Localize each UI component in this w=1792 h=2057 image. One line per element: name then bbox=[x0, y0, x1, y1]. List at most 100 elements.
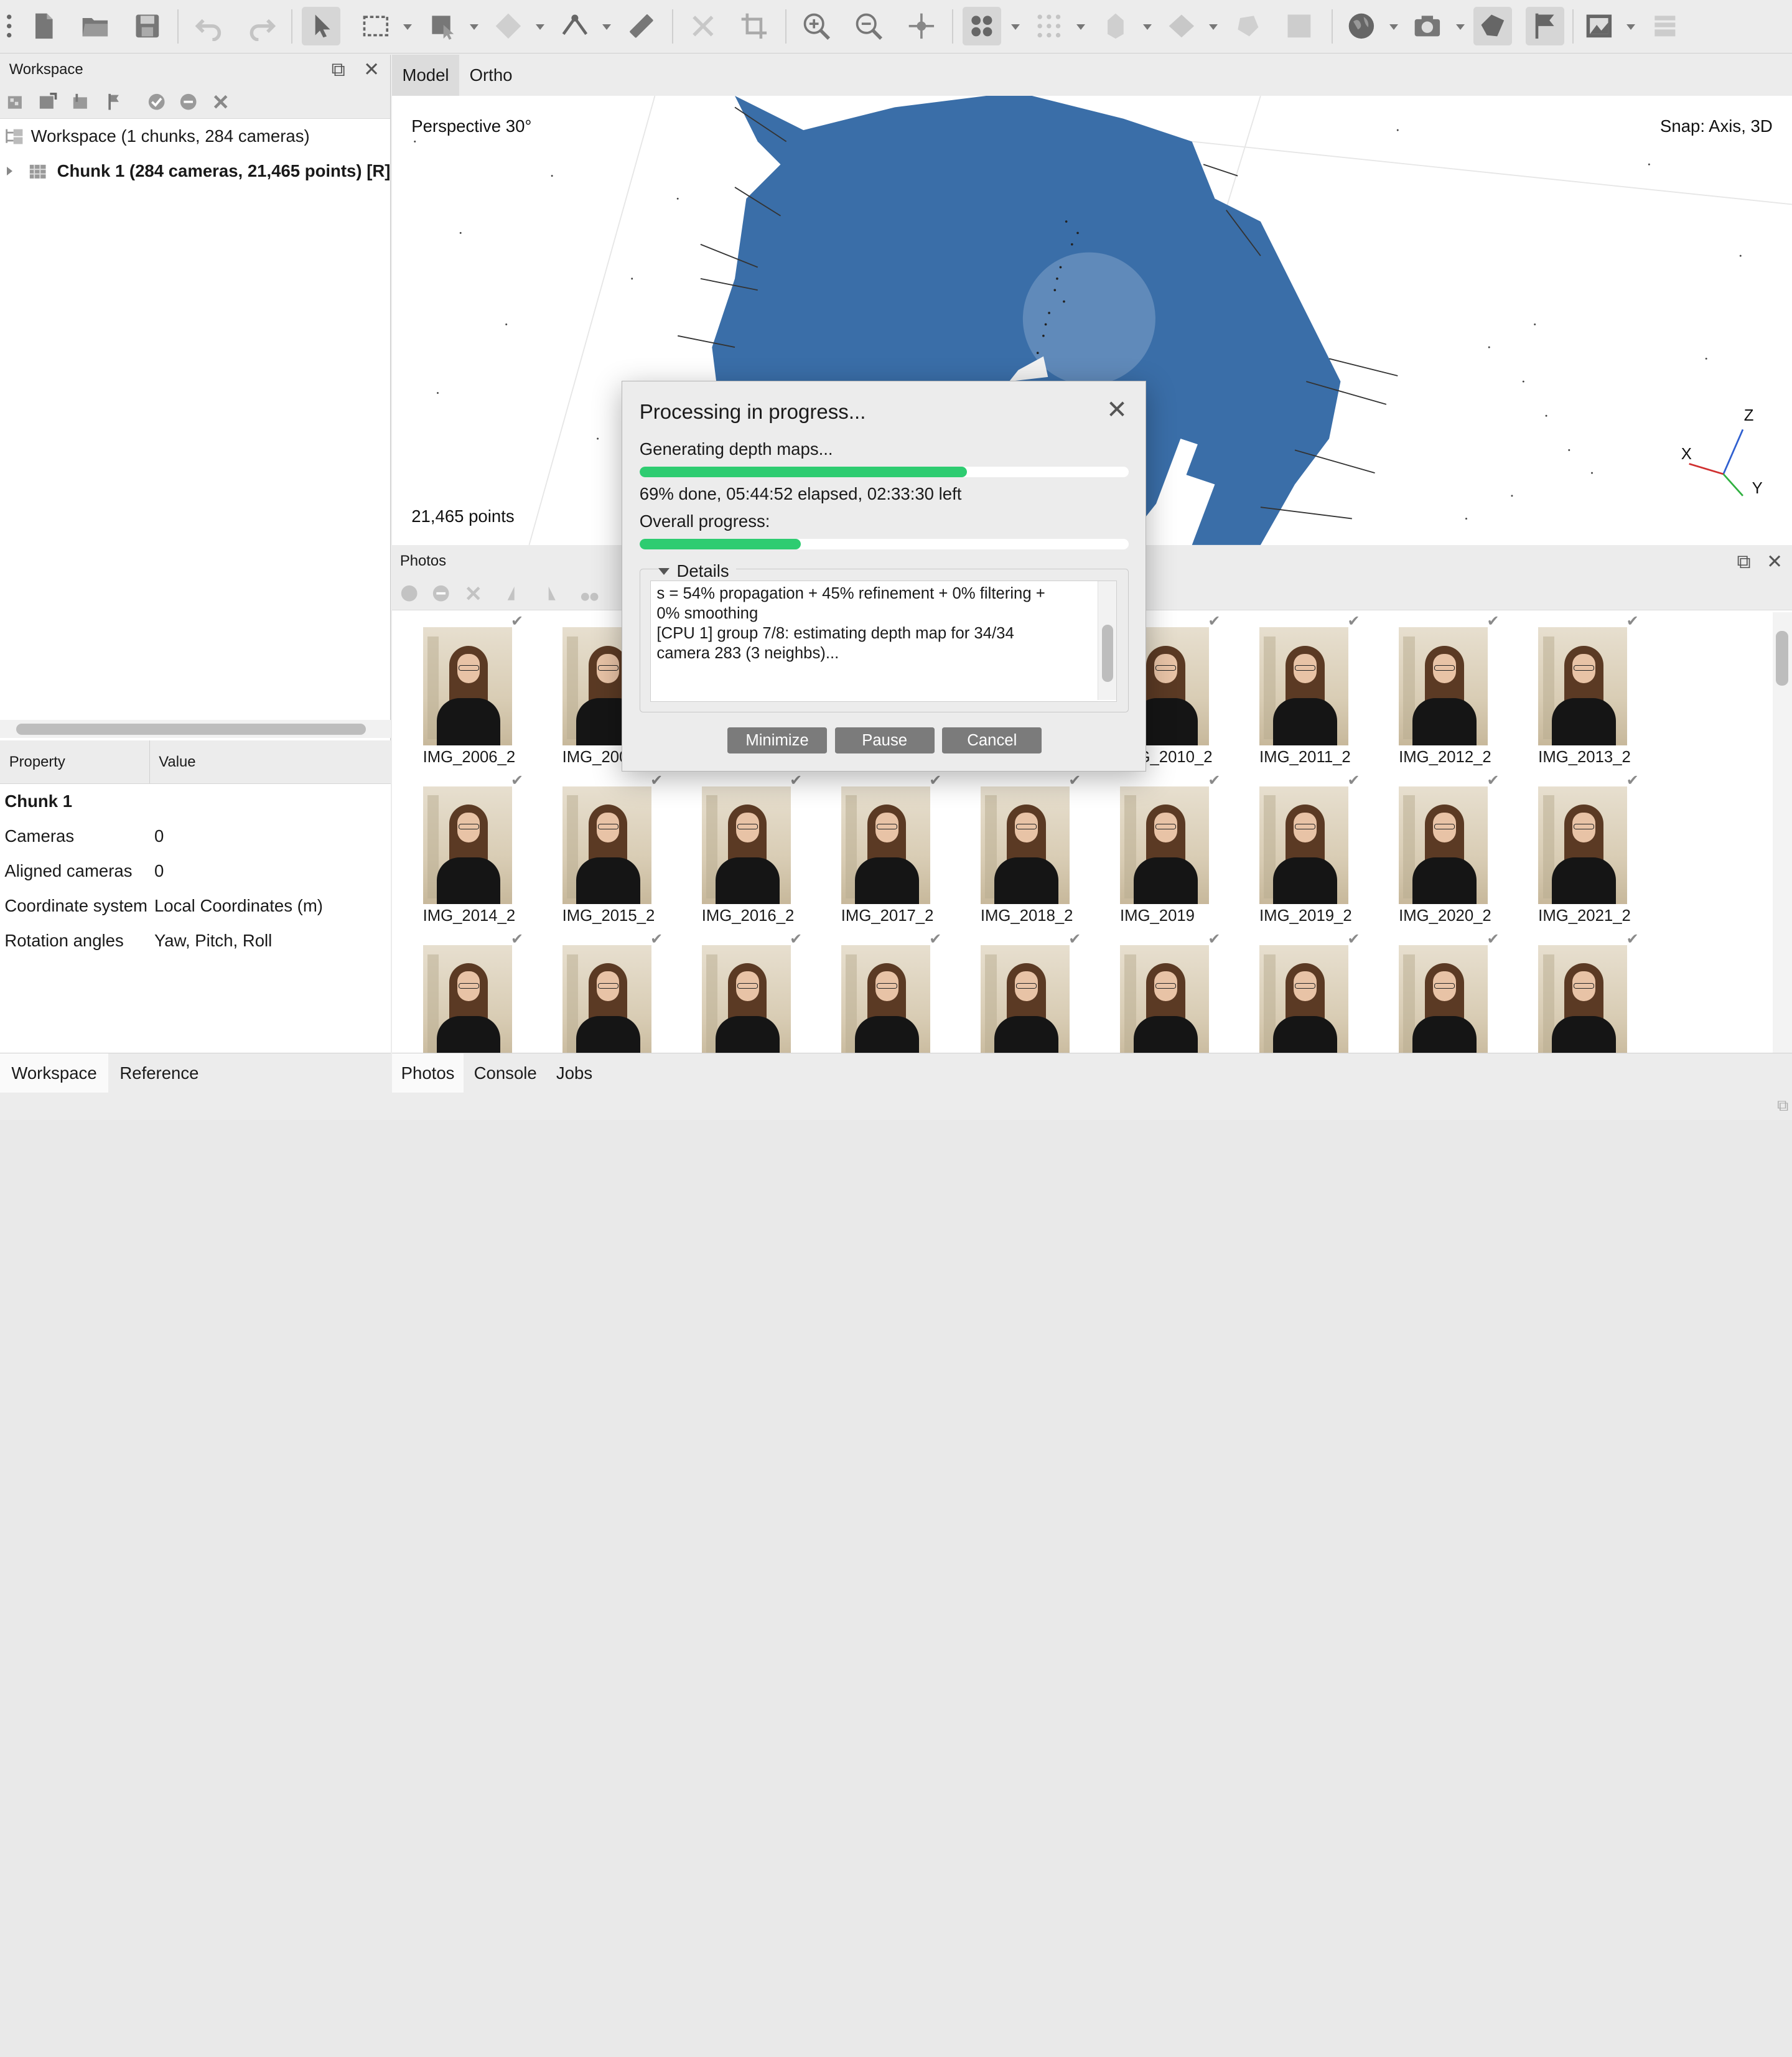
photo-image bbox=[422, 786, 512, 904]
add-folder-icon[interactable] bbox=[72, 93, 90, 111]
property-column-header[interactable]: Property bbox=[0, 740, 150, 783]
zoom-out-icon[interactable] bbox=[849, 7, 888, 45]
texture-icon[interactable] bbox=[1228, 7, 1267, 45]
tab-console[interactable]: Console bbox=[464, 1053, 547, 1093]
save-icon[interactable] bbox=[128, 7, 167, 45]
photo-thumbnail[interactable]: ✔ IMG_2014_2 bbox=[392, 772, 531, 931]
rotate-right-icon[interactable] bbox=[539, 584, 558, 602]
pause-button[interactable]: Pause bbox=[834, 727, 935, 754]
ruler-icon[interactable] bbox=[622, 7, 660, 45]
point-cloud-icon[interactable] bbox=[962, 7, 1001, 46]
dense-cloud-icon[interactable] bbox=[1030, 7, 1068, 45]
dem-icon[interactable] bbox=[1280, 7, 1318, 45]
cancel-button[interactable]: Cancel bbox=[942, 727, 1042, 754]
tab-jobs[interactable]: Jobs bbox=[547, 1053, 602, 1093]
redo-icon[interactable] bbox=[242, 7, 281, 45]
shapes-icon[interactable] bbox=[1473, 7, 1512, 46]
undo-icon[interactable] bbox=[190, 7, 228, 45]
remove-icon[interactable] bbox=[212, 93, 230, 111]
crop-icon[interactable] bbox=[735, 7, 773, 45]
new-document-icon[interactable] bbox=[24, 7, 63, 45]
chunk-item[interactable]: Chunk 1 (284 cameras, 21,465 points) [R] bbox=[0, 156, 391, 187]
rectangle-select-icon[interactable] bbox=[357, 7, 395, 45]
points-count-label: 21,465 points bbox=[411, 506, 515, 526]
photo-thumbnail[interactable]: ✔ IMG_2013_2 bbox=[1508, 612, 1647, 772]
photo-thumbnail[interactable]: ✔ IMG_2021_2 bbox=[1508, 772, 1647, 931]
enable-icon[interactable] bbox=[147, 93, 166, 111]
rotate-left-icon[interactable] bbox=[505, 584, 523, 602]
camera-icon[interactable] bbox=[1408, 7, 1447, 45]
resize-region-icon[interactable] bbox=[489, 7, 528, 45]
tab-model[interactable]: Model bbox=[391, 55, 460, 96]
photo-thumbnail[interactable]: ✔ bbox=[1089, 930, 1228, 1053]
value-column-header[interactable]: Value bbox=[150, 740, 195, 783]
tiled-model-icon[interactable] bbox=[1096, 7, 1134, 45]
minimize-button[interactable]: Minimize bbox=[727, 727, 827, 754]
photo-thumbnail[interactable]: ✔ IMG_2012_2 bbox=[1368, 612, 1508, 772]
add-photos-icon[interactable] bbox=[39, 92, 57, 111]
log-scrollbar[interactable] bbox=[1098, 581, 1116, 701]
photo-thumbnail[interactable]: ✔ bbox=[950, 930, 1089, 1053]
image-icon[interactable] bbox=[1579, 7, 1618, 45]
axis-y-label: Y bbox=[1752, 480, 1763, 498]
reset-view-icon[interactable] bbox=[902, 7, 940, 45]
scrollbar-thumb[interactable] bbox=[1776, 630, 1789, 686]
mesh-icon[interactable] bbox=[1162, 7, 1201, 45]
measure-line-icon[interactable] bbox=[556, 7, 594, 45]
photo-thumbnail[interactable]: ✔ bbox=[1368, 930, 1508, 1053]
stack-icon[interactable] bbox=[1646, 7, 1684, 45]
close-icon[interactable]: ✕ bbox=[363, 59, 380, 79]
photo-thumbnail[interactable]: ✔ IMG_2015_2 bbox=[531, 772, 671, 931]
add-markers-icon[interactable] bbox=[104, 93, 122, 111]
tab-photos[interactable]: Photos bbox=[391, 1053, 464, 1093]
photo-thumbnail[interactable]: ✔ IMG_2018_2 bbox=[950, 772, 1089, 931]
photo-thumbnail[interactable]: ✔ IMG_2020_2 bbox=[1368, 772, 1508, 931]
resize-grip-icon[interactable]: ⧉ bbox=[1777, 1097, 1788, 1116]
photos-vertical-scrollbar[interactable] bbox=[1772, 612, 1792, 1053]
delete-icon[interactable] bbox=[683, 7, 722, 45]
binoculars-icon[interactable] bbox=[581, 584, 599, 602]
photo-thumbnail[interactable]: ✔ IMG_2019_2 bbox=[1228, 772, 1368, 931]
tab-ortho[interactable]: Ortho bbox=[459, 55, 523, 96]
expand-icon[interactable] bbox=[7, 167, 12, 176]
zoom-in-icon[interactable] bbox=[796, 7, 835, 45]
workspace-horizontal-scrollbar[interactable] bbox=[0, 720, 391, 739]
close-icon[interactable]: ✕ bbox=[1106, 397, 1127, 422]
scrollbar-thumb[interactable] bbox=[1101, 624, 1114, 682]
menu-icon[interactable] bbox=[0, 7, 18, 45]
open-folder-icon[interactable] bbox=[75, 7, 114, 45]
photo-thumbnail[interactable]: ✔ bbox=[810, 930, 950, 1053]
close-icon[interactable]: ✕ bbox=[1766, 551, 1783, 573]
scrollbar-thumb[interactable] bbox=[16, 723, 366, 735]
property-key: Rotation angles bbox=[4, 931, 124, 951]
globe-icon[interactable] bbox=[1342, 7, 1380, 45]
photo-thumbnail[interactable]: ✔ bbox=[1228, 930, 1368, 1053]
markers-icon[interactable] bbox=[1525, 7, 1565, 46]
disable-icon[interactable] bbox=[432, 584, 450, 602]
tab-reference[interactable]: Reference bbox=[108, 1053, 210, 1093]
add-chunk-icon[interactable] bbox=[7, 93, 25, 111]
photo-thumbnail[interactable]: ✔ IMG_2019 bbox=[1089, 772, 1228, 931]
navigation-pointer-icon[interactable] bbox=[301, 7, 341, 46]
photo-image bbox=[1119, 945, 1210, 1053]
photo-thumbnail[interactable]: ✔ bbox=[392, 930, 531, 1053]
photo-thumbnail[interactable]: ✔ bbox=[671, 930, 810, 1053]
undock-icon[interactable]: ⧉ bbox=[332, 59, 345, 79]
details-toggle[interactable]: Details bbox=[658, 561, 736, 581]
photo-thumbnail[interactable]: ✔ IMG_2016_2 bbox=[671, 772, 810, 931]
photo-thumbnail[interactable]: ✔ IMG_2006_2 bbox=[392, 612, 531, 772]
perspective-label: Perspective 30° bbox=[411, 116, 532, 136]
disable-icon[interactable] bbox=[179, 93, 197, 111]
details-log[interactable]: s = 54% propagation + 45% refinement + 0… bbox=[650, 581, 1117, 702]
photo-thumbnail[interactable]: ✔ IMG_2017_2 bbox=[810, 772, 950, 931]
remove-icon[interactable] bbox=[464, 584, 482, 602]
enable-icon[interactable] bbox=[400, 584, 418, 602]
photo-thumbnail[interactable]: ✔ IMG_2011_2 bbox=[1228, 612, 1368, 772]
transform-object-icon[interactable] bbox=[423, 7, 462, 45]
photo-thumbnail[interactable]: ✔ bbox=[531, 930, 671, 1053]
photo-thumbnail[interactable]: ✔ bbox=[1508, 930, 1647, 1053]
photo-image bbox=[1399, 945, 1488, 1053]
undock-icon[interactable]: ⧉ bbox=[1737, 551, 1751, 574]
workspace-root-item[interactable]: Workspace (1 chunks, 284 cameras) bbox=[4, 120, 310, 152]
tab-workspace[interactable]: Workspace bbox=[0, 1053, 108, 1093]
